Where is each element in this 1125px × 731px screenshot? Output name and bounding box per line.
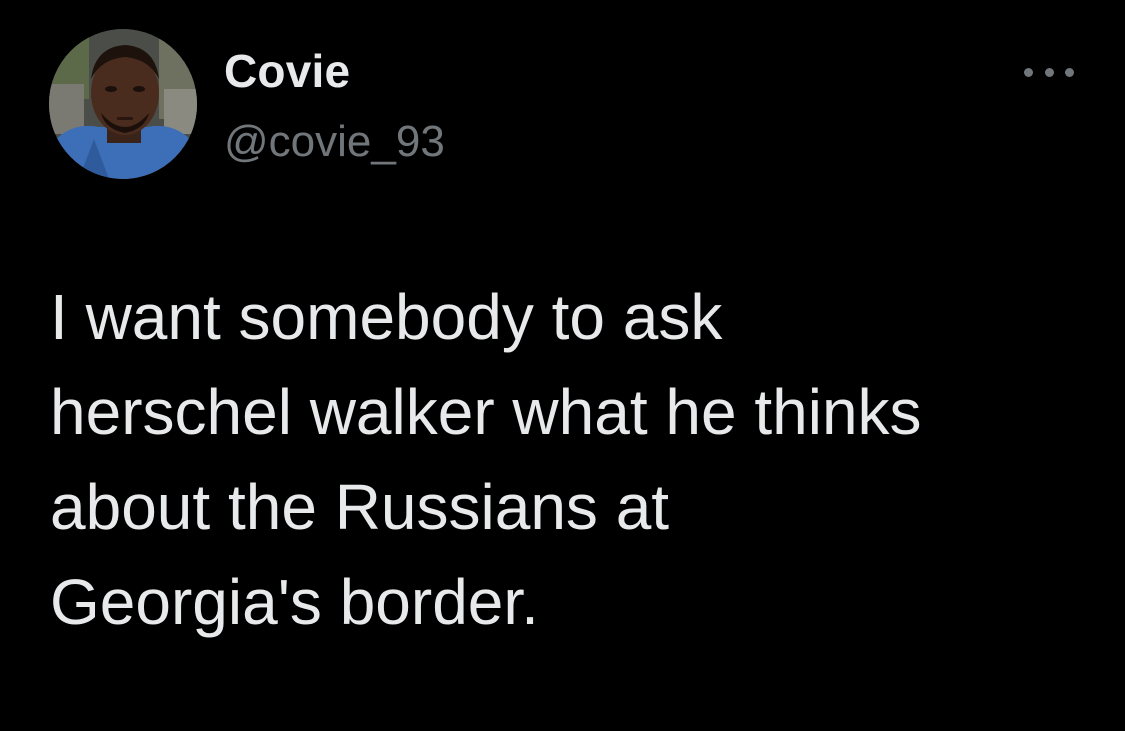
- more-horizontal-icon: [1024, 67, 1033, 77]
- tweet-card: Covie @covie_93 I want somebody to ask h…: [0, 0, 1125, 731]
- author-display-name[interactable]: Covie: [224, 43, 350, 99]
- tweet-text-line: about the Russians at: [50, 471, 670, 543]
- tweet-text: I want somebody to ask herschel walker w…: [50, 270, 1110, 650]
- more-options-button[interactable]: [1024, 58, 1074, 86]
- tweet-text-line: Georgia's border.: [50, 566, 539, 638]
- author-handle[interactable]: @covie_93: [224, 115, 445, 169]
- tweet-text-line: I want somebody to ask: [50, 281, 723, 353]
- more-horizontal-icon: [1065, 67, 1074, 77]
- tweet-text-line: herschel walker what he thinks: [50, 376, 922, 448]
- more-horizontal-icon: [1044, 67, 1054, 77]
- avatar[interactable]: [49, 29, 197, 179]
- avatar-image: [49, 29, 197, 179]
